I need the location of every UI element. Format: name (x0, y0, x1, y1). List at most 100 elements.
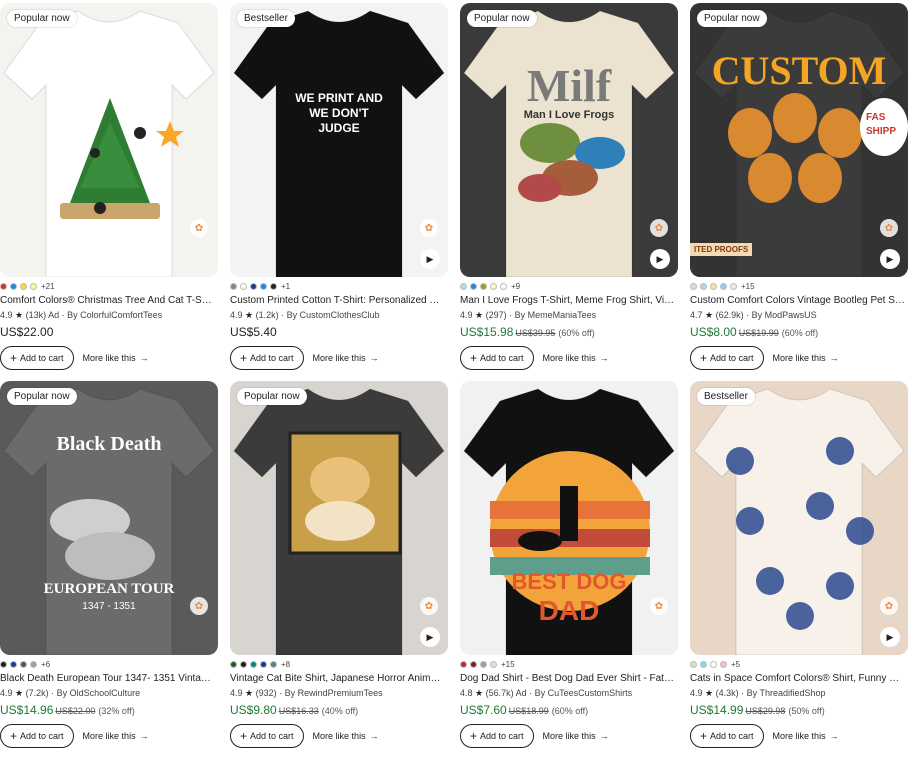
rating-value: 4.9 (0, 688, 13, 698)
product-title[interactable]: Custom Comfort Colors Vintage Bootleg Pe… (690, 295, 906, 308)
color-swatch[interactable] (470, 283, 477, 290)
color-swatch[interactable] (20, 661, 27, 668)
product-thumbnail[interactable]: CUSTOM FAS SHIPP ITED PROOFS Popular now ✿ ▶ (690, 3, 908, 277)
color-swatch[interactable] (460, 283, 467, 290)
color-swatch[interactable] (700, 661, 707, 668)
color-swatch[interactable] (30, 283, 37, 290)
product-thumbnail[interactable]: Milf Man I Love Frogs Popular now ✿ ▶ (460, 3, 678, 277)
color-swatch[interactable] (20, 283, 27, 290)
color-swatch[interactable] (230, 283, 237, 290)
color-swatch[interactable] (470, 661, 477, 668)
color-swatch[interactable] (10, 661, 17, 668)
shop-name: By ColorfulComfortTees (67, 310, 163, 320)
product-badge: Popular now (697, 10, 767, 27)
color-swatch[interactable] (460, 661, 467, 668)
product-thumbnail[interactable]: Popular now ✿ (0, 3, 218, 277)
product-thumbnail[interactable]: BEST DOG DAD ✿ (460, 381, 678, 655)
more-like-this-link[interactable]: More like this → (773, 731, 839, 741)
favorite-icon[interactable]: ✿ (880, 219, 898, 237)
color-swatch[interactable] (710, 283, 717, 290)
favorite-icon[interactable]: ✿ (420, 597, 438, 615)
more-like-this-link[interactable]: More like this → (313, 731, 379, 741)
shop-name: By CustomClothesClub (286, 310, 380, 320)
color-swatch[interactable] (260, 661, 267, 668)
product-thumbnail[interactable]: Bestseller ✿ ▶ (690, 381, 908, 655)
color-swatch[interactable] (240, 283, 247, 290)
product-card[interactable]: Bestseller ✿ ▶ +5 Cats in Space Comfort Colo… (690, 381, 908, 753)
product-thumbnail[interactable]: Black Death EUROPEAN TOUR 1347 - 1351 Popul… (0, 381, 218, 655)
product-card[interactable]: CUSTOM FAS SHIPP ITED PROOFS Popular now ✿ ▶ +… (690, 3, 908, 375)
favorite-icon[interactable]: ✿ (880, 597, 898, 615)
color-swatch[interactable] (690, 283, 697, 290)
color-swatch[interactable] (700, 283, 707, 290)
color-swatch[interactable] (0, 283, 7, 290)
product-title[interactable]: Black Death European Tour 1347- 1351 Vin… (0, 673, 216, 686)
sale-price: US$22.00 (0, 325, 54, 339)
product-thumbnail[interactable]: WE PRINT AND WE DON'T JUDGE Bestseller ✿ ▶ (230, 3, 448, 277)
product-title[interactable]: Dog Dad Shirt - Best Dog Dad Ever Shirt … (460, 673, 676, 686)
video-play-icon[interactable]: ▶ (650, 249, 670, 269)
video-play-icon[interactable]: ▶ (880, 627, 900, 647)
product-title[interactable]: Man I Love Frogs T-Shirt, Meme Frog Shir… (460, 295, 676, 308)
color-swatch[interactable] (0, 661, 7, 668)
meta-separator: · (278, 310, 287, 320)
add-to-cart-button[interactable]: + Add to cart (230, 346, 304, 370)
color-swatch[interactable] (270, 283, 277, 290)
add-to-cart-button[interactable]: + Add to cart (460, 346, 534, 370)
more-like-this-link[interactable]: More like this → (83, 353, 149, 363)
color-swatch[interactable] (730, 283, 737, 290)
color-swatch[interactable] (240, 661, 247, 668)
add-to-cart-label: Add to cart (250, 731, 294, 741)
color-swatches: +15 (460, 660, 678, 669)
product-title[interactable]: Custom Printed Cotton T-Shirt: Personali… (230, 295, 446, 308)
color-swatches: +9 (460, 282, 678, 291)
video-play-icon[interactable]: ▶ (420, 249, 440, 269)
color-swatch[interactable] (710, 661, 717, 668)
product-card[interactable]: WE PRINT AND WE DON'T JUDGE Bestseller ✿ ▶ +… (230, 3, 448, 375)
video-play-icon[interactable]: ▶ (880, 249, 900, 269)
more-like-this-link[interactable]: More like this → (773, 353, 839, 363)
product-title[interactable]: Cats in Space Comfort Colors® Shirt, Fun… (690, 673, 906, 686)
more-like-this-link[interactable]: More like this → (543, 353, 609, 363)
product-title[interactable]: Vintage Cat Bite Shirt, Japanese Horror … (230, 673, 446, 686)
favorite-icon[interactable]: ✿ (650, 219, 668, 237)
color-swatch[interactable] (480, 661, 487, 668)
star-icon: ★ (472, 310, 486, 320)
color-swatch[interactable] (250, 661, 257, 668)
color-swatch[interactable] (490, 283, 497, 290)
favorite-icon[interactable]: ✿ (650, 597, 668, 615)
product-card[interactable]: Popular now ✿ ▶ +8 Vintage Cat Bite Shirt, J… (230, 381, 448, 753)
product-card[interactable]: Popular now ✿ +21 Comfort Colors® Christmas… (0, 3, 218, 375)
add-to-cart-button[interactable]: + Add to cart (460, 724, 534, 748)
color-swatch[interactable] (690, 661, 697, 668)
add-to-cart-button[interactable]: + Add to cart (690, 724, 764, 748)
color-swatch[interactable] (250, 283, 257, 290)
color-swatch[interactable] (490, 661, 497, 668)
product-card[interactable]: BEST DOG DAD ✿ +15 Dog Dad Shirt - Best Dog … (460, 381, 678, 753)
favorite-icon[interactable]: ✿ (190, 219, 208, 237)
color-swatch[interactable] (260, 283, 267, 290)
more-like-this-link[interactable]: More like this → (83, 731, 149, 741)
color-swatch[interactable] (500, 283, 507, 290)
color-swatch[interactable] (480, 283, 487, 290)
product-card[interactable]: Black Death EUROPEAN TOUR 1347 - 1351 Popul… (0, 381, 218, 753)
favorite-icon[interactable]: ✿ (190, 597, 208, 615)
add-to-cart-button[interactable]: + Add to cart (230, 724, 304, 748)
product-card[interactable]: Milf Man I Love Frogs Popular now ✿ ▶ +9 Man I… (460, 3, 678, 375)
color-swatch[interactable] (720, 661, 727, 668)
add-to-cart-button[interactable]: + Add to cart (0, 346, 74, 370)
more-like-this-link[interactable]: More like this → (543, 731, 609, 741)
color-swatch[interactable] (720, 283, 727, 290)
color-swatch[interactable] (230, 661, 237, 668)
color-swatch[interactable] (270, 661, 277, 668)
favorite-icon[interactable]: ✿ (420, 219, 438, 237)
video-play-icon[interactable]: ▶ (420, 627, 440, 647)
product-title[interactable]: Comfort Colors® Christmas Tree And Cat T… (0, 295, 216, 308)
add-to-cart-button[interactable]: + Add to cart (0, 724, 74, 748)
add-to-cart-button[interactable]: + Add to cart (690, 346, 764, 370)
more-like-this-link[interactable]: More like this → (313, 353, 379, 363)
product-thumbnail[interactable]: Popular now ✿ ▶ (230, 381, 448, 655)
color-swatch[interactable] (30, 661, 37, 668)
color-swatch[interactable] (10, 283, 17, 290)
star-icon: ★ (472, 688, 486, 698)
